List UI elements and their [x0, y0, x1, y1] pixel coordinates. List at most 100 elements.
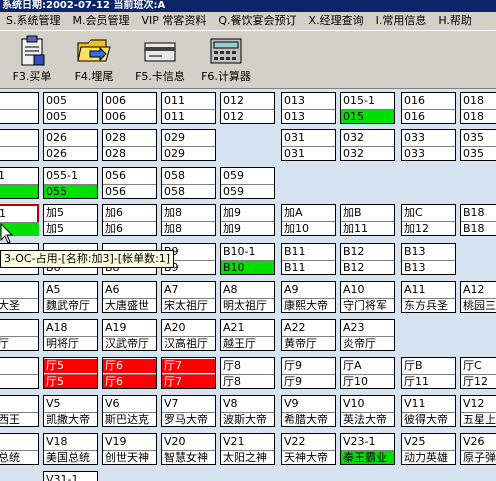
table-cell[interactable]: 加8 加8 — [161, 204, 216, 236]
table-cell[interactable]: A22 黄帝厅 — [281, 319, 336, 351]
table-cell[interactable]: B11 B11 — [281, 243, 336, 275]
table-cell[interactable]: A5 魏武帝厅 — [43, 281, 98, 313]
table-cell[interactable]: A11 东方兵圣 — [401, 281, 456, 313]
table-cell[interactable]: 55 — [0, 129, 39, 161]
table-cell[interactable]: V21 太阳之神 — [220, 433, 275, 465]
table-name: 035 — [461, 146, 496, 160]
table-cell[interactable]: 031 031 — [281, 129, 336, 161]
table-cell[interactable]: V9 希腊大帝 — [281, 395, 336, 427]
table-cell[interactable]: B10-1 B10 — [220, 243, 275, 275]
table-cell[interactable]: A21 越王厅 — [220, 319, 275, 351]
table-cell[interactable]: 33 — [0, 92, 39, 124]
table-cell[interactable]: A6 大唐盛世 — [102, 281, 157, 313]
checkout-button[interactable]: F3.买单 — [2, 33, 62, 85]
table-cell[interactable]: 011 011 — [161, 92, 216, 124]
table-cell[interactable]: 加9 加9 — [220, 204, 275, 236]
menu-item[interactable]: M.会员管理 — [66, 12, 135, 30]
table-cell[interactable]: V8 波斯大帝 — [220, 395, 275, 427]
table-number: 加6 — [105, 206, 123, 219]
table-cell[interactable]: 026 026 — [43, 129, 98, 161]
table-cell[interactable]: 加C 加12 — [401, 204, 456, 236]
table-cell[interactable]: V12 五星上 — [460, 395, 496, 427]
table-cell[interactable]: 厅6 厅6 — [102, 357, 157, 389]
menu-item[interactable]: VIP 常客资料 — [135, 12, 212, 30]
table-cell[interactable]: A10 守门将军 — [340, 281, 395, 313]
card-info-button[interactable]: F5.卡信息 — [130, 33, 190, 85]
table-cell[interactable]: A9 康熙大帝 — [281, 281, 336, 313]
table-cell[interactable]: V25 动力英雄 — [401, 433, 456, 465]
table-cell[interactable]: V22 天神大帝 — [281, 433, 336, 465]
table-cell[interactable]: B18 B18 — [460, 204, 496, 236]
table-cell[interactable]: 7将厅 — [0, 319, 39, 351]
table-cell[interactable]: 032 032 — [340, 129, 395, 161]
table-cell[interactable]: 加6 加6 — [102, 204, 157, 236]
table-cell[interactable]: V6 斯巴达克 — [102, 395, 157, 427]
table-cell[interactable]: 012 012 — [220, 92, 275, 124]
table-cell[interactable]: V31-1 — [43, 471, 98, 481]
table-number: 005 — [46, 94, 67, 107]
table-cell[interactable]: 厅7 厅7 — [161, 357, 216, 389]
table-cell[interactable]: 058 058 — [161, 167, 216, 199]
table-cell[interactable]: V19 创世天神 — [102, 433, 157, 465]
table-cell[interactable]: 018 018 — [460, 92, 496, 124]
table-cell[interactable]: 兰西王 — [0, 395, 39, 427]
table-cell[interactable]: V5 凯撒大帝 — [43, 395, 98, 427]
table-cell[interactable]: A12 桃园三 — [460, 281, 496, 313]
table-cell[interactable]: 厅C 厅12 — [460, 357, 496, 389]
table-cell[interactable]: A19 汉武帝厅 — [102, 319, 157, 351]
table-cell[interactable]: 029 029 — [161, 129, 216, 161]
table-cell[interactable]: 016 016 — [401, 92, 456, 124]
table-cell[interactable]: B12 B12 — [340, 243, 395, 275]
calculator-button[interactable]: F6.计算器 — [196, 33, 256, 85]
table-cell[interactable]: 3-1 — [0, 167, 39, 199]
table-name: 厅10 — [341, 374, 394, 388]
menu-item[interactable]: I.常用信息 — [370, 12, 433, 30]
table-cell[interactable]: 厅A 厅10 — [340, 357, 395, 389]
table-cell[interactable]: 加B 加11 — [340, 204, 395, 236]
table-cell[interactable]: 加A 加10 — [281, 204, 336, 236]
table-cell[interactable]: 033 033 — [401, 129, 456, 161]
table-cell[interactable]: V18 美国总统 — [43, 433, 98, 465]
menu-item[interactable]: H.帮助 — [432, 12, 478, 30]
menu-item[interactable]: Q.餐饮宴会预订 — [212, 12, 302, 30]
table-cell[interactable]: V10 英法大帝 — [340, 395, 395, 427]
table-cell[interactable]: V7 罗马大帝 — [161, 395, 216, 427]
table-cell[interactable]: A23 炎帝厅 — [340, 319, 395, 351]
table-number: 015-1 — [343, 94, 375, 107]
table-cell[interactable]: 33 — [0, 357, 39, 389]
menu-item[interactable]: X.经理查询 — [303, 12, 370, 30]
toolbar: F3.买单 F4.埋尾 F5.卡信息 F6.计算器 — [0, 31, 496, 89]
bill-tail-button[interactable]: F4.埋尾 — [64, 33, 124, 85]
table-cell[interactable]: 015-1 015 — [340, 92, 395, 124]
table-cell[interactable]: V20 智慧女神 — [161, 433, 216, 465]
table-cell[interactable]: A8 明太祖厅 — [220, 281, 275, 313]
table-cell[interactable]: 厅8 厅8 — [220, 357, 275, 389]
table-cell[interactable]: A7 宋太祖厅 — [161, 281, 216, 313]
table-cell[interactable]: 厅9 厅9 — [281, 357, 336, 389]
table-cell[interactable]: B13 B13 — [401, 243, 456, 275]
table-cell[interactable]: 059 059 — [220, 167, 275, 199]
table-cell[interactable]: 055-1 055 — [43, 167, 98, 199]
table-number: A18 — [46, 321, 68, 334]
table-cell[interactable]: 005 005 — [43, 92, 98, 124]
table-cell[interactable]: 006 006 — [102, 92, 157, 124]
table-cell[interactable]: A20 汉高祖厅 — [161, 319, 216, 351]
table-cell[interactable]: V11 彼得大帝 — [401, 395, 456, 427]
table-cell[interactable]: 加5 加5 — [43, 204, 98, 236]
table-cell[interactable]: 028 028 — [102, 129, 157, 161]
table-cell[interactable]: 厅5 厅5 — [43, 357, 98, 389]
table-cell[interactable]: 天大圣 — [0, 281, 39, 313]
table-cell[interactable]: V23-1 秦王霸业 — [340, 433, 395, 465]
table-cell[interactable]: 035 035 — [460, 129, 496, 161]
table-cell[interactable]: 厅B 厅11 — [401, 357, 456, 389]
table-cell[interactable]: 013 013 — [281, 92, 336, 124]
table-name: 大唐盛世 — [103, 298, 156, 312]
table-cell[interactable]: 056 056 — [102, 167, 157, 199]
menu-item[interactable]: S.系统管理 — [0, 12, 66, 30]
table-cell[interactable]: 7肯总统 — [0, 433, 39, 465]
table-name: 加6 — [103, 221, 156, 235]
table-cell[interactable]: A18 明将厅 — [43, 319, 98, 351]
table-number: A8 — [223, 283, 238, 296]
table-name: 013 — [282, 109, 335, 123]
table-cell[interactable]: V26 原子弹 — [460, 433, 496, 465]
